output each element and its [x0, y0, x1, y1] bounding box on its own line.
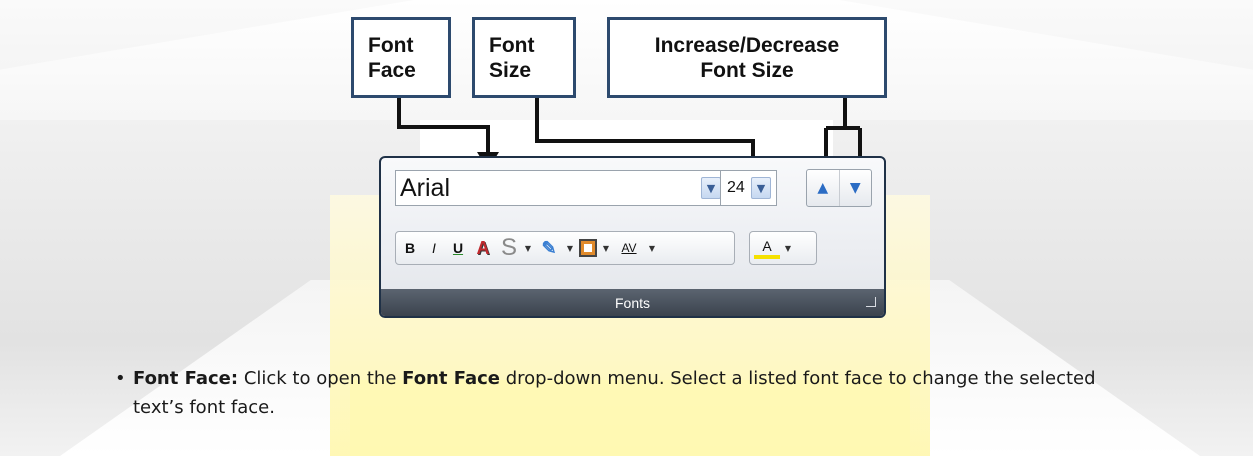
bold-button[interactable]: B	[400, 235, 420, 261]
decrease-font-size-button[interactable]: ▼	[838, 170, 872, 206]
text-shadow-button[interactable]: A	[472, 235, 494, 261]
character-border-button[interactable]	[578, 235, 598, 261]
format-buttons-group: B I U A S ▼ ✎ ▼ ▼ AV ▼	[395, 231, 735, 265]
strikethrough-button[interactable]: S	[498, 234, 520, 261]
italic-button[interactable]: I	[424, 235, 444, 261]
description-term: Font Face:	[133, 368, 239, 389]
chevron-down-icon[interactable]: ▼	[701, 177, 721, 199]
underline-button[interactable]: U	[448, 235, 468, 261]
ribbon-group-label: Fonts	[614, 294, 650, 311]
increase-decrease-buttons: ▲ ▼	[806, 169, 872, 207]
dialog-launcher-icon[interactable]	[866, 297, 876, 307]
character-border-icon	[579, 239, 597, 257]
description-paragraph: • Font Face: Click to open the Font Face…	[115, 364, 1115, 422]
font-size-combobox[interactable]: 24 ▼	[720, 170, 777, 206]
text-effects-button[interactable]: ✎	[536, 235, 562, 261]
description-body: Font Face: Click to open the Font Face d…	[133, 364, 1115, 422]
character-border-dropdown-caret[interactable]: ▼	[602, 244, 610, 253]
font-face-combobox[interactable]: Arial ▼	[395, 170, 728, 206]
description-term-inline: Font Face	[402, 368, 501, 389]
strikethrough-dropdown-caret[interactable]: ▼	[524, 244, 532, 253]
increase-font-size-button[interactable]: ▲	[807, 170, 839, 206]
ribbon-group-footer: Fonts	[381, 289, 884, 316]
bullet-marker: •	[115, 368, 126, 389]
arrow-down-icon: ▼	[849, 180, 861, 196]
chevron-down-icon[interactable]: ▼	[751, 177, 771, 199]
font-face-value: Arial	[400, 173, 451, 202]
character-spacing-button[interactable]: AV	[614, 235, 644, 261]
description-text-1: Click to open the	[238, 368, 403, 389]
arrow-up-icon: ▲	[817, 180, 829, 196]
fonts-ribbon-group: Arial ▼ 24 ▼ ▲ ▼ B I U A S ▼ ✎ ▼ ▼ AV ▼ …	[379, 156, 886, 318]
font-size-value: 24	[727, 179, 745, 196]
highlight-dropdown-caret[interactable]: ▼	[784, 244, 792, 253]
text-effects-dropdown-caret[interactable]: ▼	[566, 244, 574, 253]
highlight-color-button[interactable]: A	[754, 237, 780, 259]
text-effects-icon: ✎	[541, 237, 557, 258]
highlight-group: A ▼	[749, 231, 817, 265]
character-spacing-dropdown-caret[interactable]: ▼	[648, 244, 656, 253]
